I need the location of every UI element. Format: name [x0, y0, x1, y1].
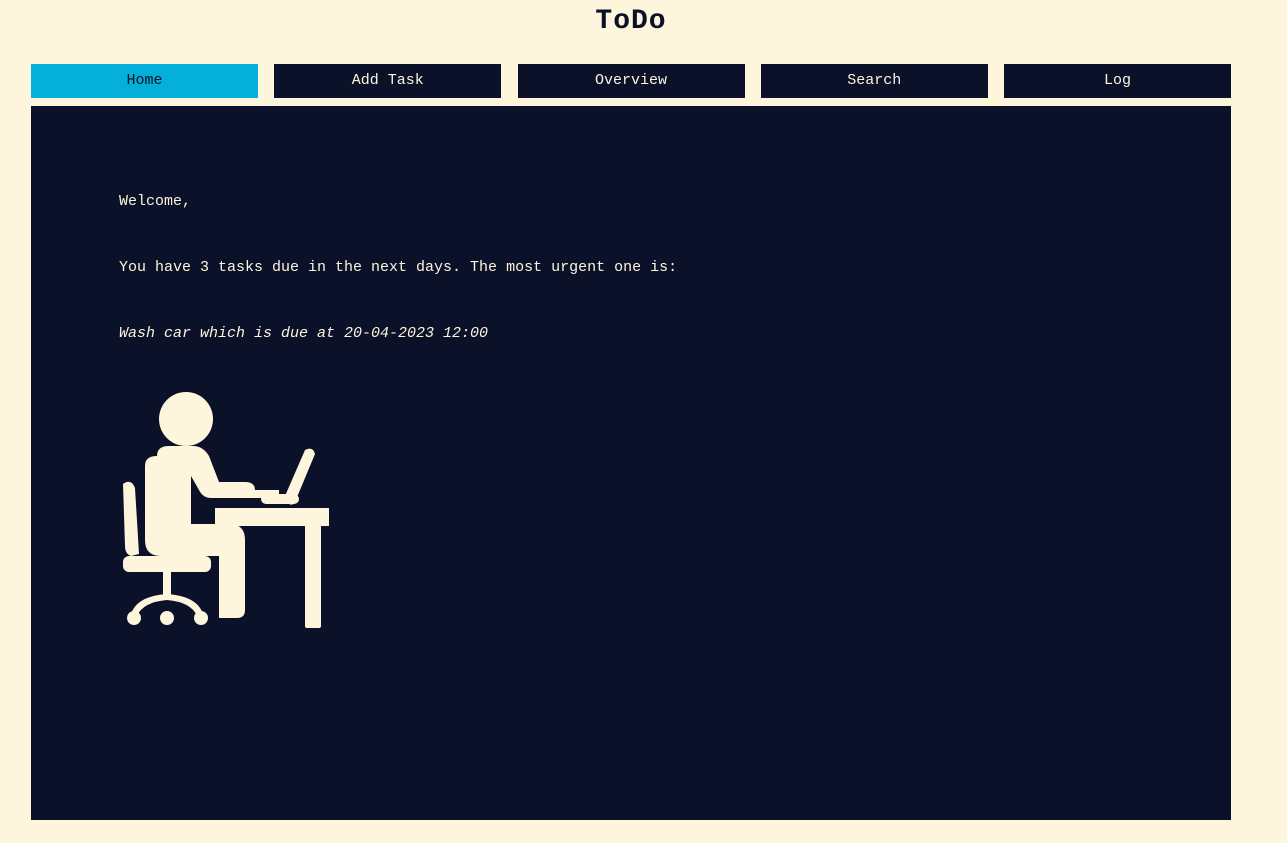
nav-home[interactable]: Home: [31, 64, 258, 98]
home-panel: Welcome, You have 3 tasks due in the nex…: [31, 106, 1231, 820]
app-title: ToDo: [595, 6, 667, 37]
person-at-desk-icon: [123, 392, 329, 628]
nav-log[interactable]: Log: [1004, 64, 1231, 98]
nav-search[interactable]: Search: [760, 64, 988, 98]
nav-overview[interactable]: Overview: [517, 64, 745, 98]
tasks-summary: You have 3 tasks due in the next days. T…: [119, 259, 678, 276]
main-nav: Home Add Task Overview Search Log: [31, 64, 1231, 98]
welcome-message: Welcome,: [119, 193, 192, 210]
urgent-task: Wash car which is due at 20-04-2023 12:0…: [119, 325, 489, 342]
nav-add-task[interactable]: Add Task: [274, 64, 502, 98]
